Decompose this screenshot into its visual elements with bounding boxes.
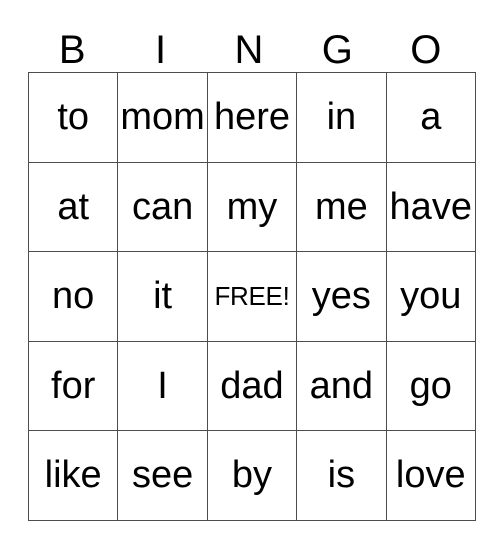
bingo-cell[interactable]: no xyxy=(27,251,119,342)
bingo-cell[interactable]: mom xyxy=(117,72,208,163)
bingo-cell-label: mom xyxy=(120,96,205,139)
bingo-cell[interactable]: is xyxy=(296,430,387,521)
bingo-cell[interactable]: dad xyxy=(206,340,298,431)
bingo-cell[interactable]: and xyxy=(296,340,387,431)
bingo-cell-label: for xyxy=(51,364,96,407)
bingo-cell[interactable]: I xyxy=(117,340,208,431)
bingo-cell-label: and xyxy=(309,364,374,407)
bingo-header-letter-b: B xyxy=(58,28,86,72)
bingo-cell-label: no xyxy=(52,275,95,318)
bingo-header-row: B I N G O xyxy=(28,16,470,72)
bingo-cell-label: by xyxy=(231,454,273,497)
bingo-cell[interactable]: for xyxy=(27,340,119,431)
bingo-grid: to mom here in a at can my me have no it… xyxy=(27,72,476,521)
bingo-cell[interactable]: see xyxy=(117,430,208,521)
bingo-free-space-label: FREE! xyxy=(214,281,290,312)
bingo-cell[interactable]: it xyxy=(117,251,208,342)
bingo-header-letter-i: I xyxy=(155,28,167,72)
bingo-cell-label: have xyxy=(389,185,472,228)
bingo-cell[interactable]: to xyxy=(27,72,119,163)
bingo-cell-label: here xyxy=(213,96,290,139)
bingo-cell[interactable]: you xyxy=(385,251,476,342)
bingo-cell-label: in xyxy=(326,96,357,139)
bingo-cell-label: like xyxy=(44,454,102,497)
bingo-header-letter-n: N xyxy=(234,28,264,72)
bingo-cell[interactable]: can xyxy=(117,161,208,252)
bingo-cell-label: dad xyxy=(220,364,284,407)
bingo-cell[interactable]: me xyxy=(296,161,387,252)
bingo-cell[interactable]: like xyxy=(27,430,119,521)
bingo-cell[interactable]: have xyxy=(385,161,476,252)
bingo-cell-label: go xyxy=(409,364,452,407)
bingo-row: at can my me have xyxy=(27,161,476,252)
bingo-cell-label: at xyxy=(57,185,90,228)
bingo-row: for I dad and go xyxy=(27,340,476,431)
bingo-cell-label: my xyxy=(226,185,278,228)
bingo-cell-label: I xyxy=(157,364,168,407)
bingo-row: no it FREE! yes you xyxy=(27,251,476,342)
bingo-row: to mom here in a xyxy=(27,72,476,163)
bingo-cell-label: yes xyxy=(311,275,371,318)
bingo-cell[interactable]: in xyxy=(296,72,387,163)
bingo-cell-label: can xyxy=(131,185,194,228)
bingo-cell[interactable]: go xyxy=(385,340,476,431)
bingo-cell-label: it xyxy=(153,275,173,318)
bingo-cell-label: see xyxy=(131,454,194,497)
bingo-cell[interactable]: yes xyxy=(296,251,387,342)
bingo-cell-label: me xyxy=(314,185,368,228)
bingo-cell-label: a xyxy=(420,96,442,139)
bingo-card: B I N G O to mom here in a at can my me … xyxy=(27,16,476,521)
bingo-header-letter-o: O xyxy=(410,28,442,72)
bingo-cell[interactable]: by xyxy=(206,430,298,521)
bingo-cell-free[interactable]: FREE! xyxy=(206,251,298,342)
bingo-cell-label: to xyxy=(57,96,90,139)
bingo-row: like see by is love xyxy=(27,430,476,521)
bingo-cell[interactable]: at xyxy=(27,161,119,252)
bingo-cell[interactable]: my xyxy=(206,161,298,252)
bingo-cell-label: you xyxy=(400,275,462,318)
bingo-cell[interactable]: a xyxy=(385,72,476,163)
bingo-cell[interactable]: love xyxy=(385,430,476,521)
bingo-cell-label: is xyxy=(327,454,356,497)
bingo-cell[interactable]: here xyxy=(206,72,298,163)
bingo-header-letter-g: G xyxy=(321,28,353,72)
bingo-cell-label: love xyxy=(395,454,466,497)
